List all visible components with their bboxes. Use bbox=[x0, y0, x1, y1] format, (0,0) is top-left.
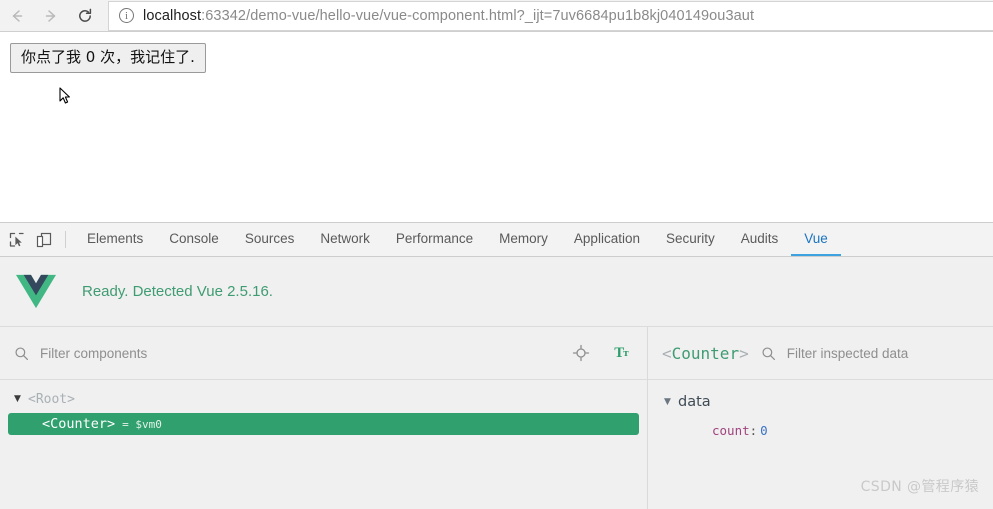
url-path: :63342/demo-vue/hello-vue/vue-component.… bbox=[201, 8, 754, 24]
tab-performance[interactable]: Performance bbox=[383, 223, 486, 256]
tree-item-counter-vm-ref: = $vm0 bbox=[122, 418, 162, 431]
devtools-tab-list: Elements Console Sources Network Perform… bbox=[74, 223, 841, 256]
data-entry-value: 0 bbox=[760, 423, 768, 438]
reload-icon bbox=[76, 7, 94, 25]
component-filter-actions: Tт bbox=[571, 343, 631, 363]
bracket-open: < bbox=[662, 344, 672, 363]
format-icon-t-small: т bbox=[623, 347, 627, 359]
inspect-element-icon bbox=[8, 231, 26, 249]
tab-vue[interactable]: Vue bbox=[791, 223, 841, 256]
data-group-label: data bbox=[678, 394, 711, 410]
back-button[interactable] bbox=[0, 0, 34, 32]
vue-status-text: Ready. Detected Vue 2.5.16. bbox=[82, 283, 273, 300]
tab-sources[interactable]: Sources bbox=[232, 223, 308, 256]
address-bar-url: localhost:63342/demo-vue/hello-vue/vue-c… bbox=[143, 8, 754, 24]
data-entry-separator: : bbox=[750, 423, 758, 438]
vue-devtools-body: Tт ▼ <Root> <Counter> = $vm0 <Counter> bbox=[0, 327, 993, 509]
select-component-button[interactable] bbox=[571, 343, 591, 363]
component-tree-panel: Tт ▼ <Root> <Counter> = $vm0 bbox=[0, 327, 648, 509]
device-toolbar-icon bbox=[35, 231, 53, 249]
counter-button[interactable]: 你点了我 0 次，我记住了. bbox=[10, 43, 206, 73]
vue-status-banner: Ready. Detected Vue 2.5.16. bbox=[0, 257, 993, 327]
search-icon bbox=[761, 346, 776, 361]
reload-button[interactable] bbox=[68, 0, 102, 32]
bracket-close: > bbox=[739, 344, 749, 363]
inspected-component-header: <Counter> bbox=[648, 327, 993, 380]
data-entry-key: count bbox=[712, 423, 750, 438]
tree-item-counter[interactable]: <Counter> = $vm0 bbox=[8, 413, 639, 435]
address-bar[interactable]: i localhost:63342/demo-vue/hello-vue/vue… bbox=[108, 1, 993, 31]
inspect-element-button[interactable] bbox=[6, 229, 28, 251]
data-entry-count[interactable]: count:0 bbox=[712, 423, 993, 438]
component-filter-row: Tт bbox=[0, 327, 647, 380]
tab-network[interactable]: Network bbox=[307, 223, 383, 256]
page-viewport: 你点了我 0 次，我记住了. bbox=[0, 32, 993, 222]
toolbar-divider bbox=[65, 231, 66, 248]
devtools-tool-buttons bbox=[6, 223, 63, 256]
filter-components-input[interactable] bbox=[38, 345, 571, 362]
url-host: localhost bbox=[143, 8, 201, 24]
inspected-component-name: <Counter> bbox=[662, 344, 749, 363]
search-icon bbox=[14, 346, 29, 361]
tab-audits[interactable]: Audits bbox=[728, 223, 792, 256]
chevron-down-icon[interactable]: ▼ bbox=[664, 397, 678, 407]
component-name-text: Counter bbox=[672, 344, 739, 363]
tab-security[interactable]: Security bbox=[653, 223, 728, 256]
devtools-tabbar: Elements Console Sources Network Perform… bbox=[0, 223, 993, 257]
tab-memory[interactable]: Memory bbox=[486, 223, 561, 256]
mouse-cursor-icon bbox=[59, 87, 71, 105]
select-component-target-icon bbox=[572, 344, 590, 362]
filter-inspected-data-input[interactable] bbox=[785, 345, 993, 362]
devtools-panel: Elements Console Sources Network Perform… bbox=[0, 222, 993, 509]
inspected-data-filter-row bbox=[761, 345, 993, 362]
device-toolbar-button[interactable] bbox=[33, 229, 55, 251]
watermark: CSDN @管程序猿 bbox=[861, 476, 979, 496]
browser-toolbar: i localhost:63342/demo-vue/hello-vue/vue… bbox=[0, 0, 993, 32]
vue-logo-icon bbox=[16, 274, 56, 309]
text-format-button[interactable]: Tт bbox=[611, 343, 631, 363]
tree-item-root[interactable]: ▼ <Root> bbox=[8, 388, 639, 410]
tab-application[interactable]: Application bbox=[561, 223, 653, 256]
arrow-left-icon bbox=[8, 7, 26, 25]
tree-item-counter-label: <Counter> bbox=[42, 416, 115, 432]
chevron-down-icon[interactable]: ▼ bbox=[14, 394, 28, 404]
arrow-right-icon bbox=[42, 7, 60, 25]
forward-button[interactable] bbox=[34, 0, 68, 32]
tab-elements[interactable]: Elements bbox=[74, 223, 156, 256]
data-group-data[interactable]: ▼ data bbox=[664, 392, 993, 412]
page-info-icon[interactable]: i bbox=[119, 8, 134, 23]
tree-item-root-label: <Root> bbox=[28, 392, 75, 407]
tab-console[interactable]: Console bbox=[156, 223, 232, 256]
component-tree: ▼ <Root> <Counter> = $vm0 bbox=[0, 380, 647, 509]
format-icon-t-large: T bbox=[614, 345, 623, 362]
